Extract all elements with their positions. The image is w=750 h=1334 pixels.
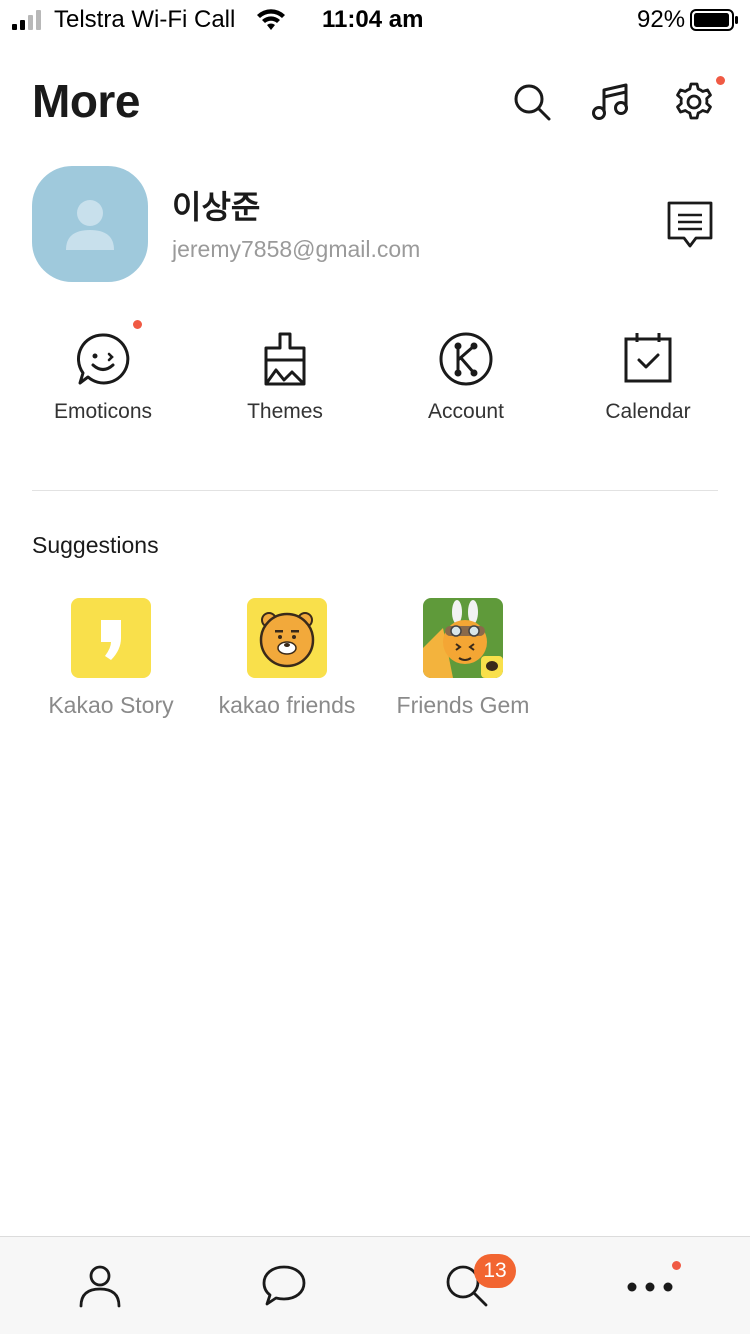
divider — [32, 490, 718, 491]
quick-item-account[interactable]: Account — [375, 330, 557, 440]
quick-item-themes[interactable]: Themes — [194, 330, 376, 440]
signal-icon — [12, 10, 41, 30]
suggestion-label: kakao friends — [218, 692, 356, 718]
profile-email: jeremy7858@gmail.com — [172, 236, 421, 262]
suggestion-kakao-story[interactable]: Kakao Story — [23, 598, 199, 719]
tab-more[interactable] — [626, 1261, 674, 1309]
quick-label-calendar: Calendar — [605, 400, 691, 423]
clock: 11:04 am — [322, 6, 424, 33]
brush-icon — [264, 332, 306, 386]
kakao-friends-icon — [247, 598, 327, 678]
settings-button[interactable] — [672, 80, 716, 124]
emoticons-new-dot — [133, 320, 142, 329]
suggestion-label: Kakao Story — [48, 692, 174, 718]
quick-label-emoticons: Emoticons — [53, 400, 153, 423]
default-profile-icon — [66, 200, 114, 250]
chats-tab-icon — [262, 1265, 306, 1306]
more-tab-icon — [627, 1282, 673, 1292]
friends-tab-icon — [79, 1265, 121, 1308]
quick-label-themes: Themes — [247, 400, 323, 423]
suggestion-label: Friends Gem — [396, 692, 530, 718]
suggestion-kakao-friends[interactable]: kakao friends — [199, 598, 375, 719]
settings-icon — [676, 82, 712, 120]
friends-gem-icon — [423, 598, 503, 678]
kakao-story-icon — [71, 598, 151, 678]
more-screen: Telstra Wi-Fi Call 11:04 am 92% More 이상준… — [0, 0, 750, 1334]
music-icon — [592, 83, 628, 120]
settings-new-dot — [716, 76, 725, 85]
quick-item-calendar[interactable]: Calendar — [557, 330, 739, 440]
calendar-icon — [624, 333, 672, 383]
search-icon — [514, 84, 551, 121]
profile-name[interactable]: 이상준 — [172, 182, 260, 228]
battery-icon — [690, 9, 738, 31]
kakao-account-icon — [439, 332, 493, 386]
tab-chats[interactable] — [260, 1261, 308, 1309]
page-title: More — [32, 75, 140, 127]
tab-bar — [0, 1236, 750, 1334]
suggestion-friends-gem[interactable]: Friends Gem — [375, 598, 551, 719]
quick-item-emoticons[interactable]: Emoticons — [12, 330, 194, 440]
quick-label-account: Account — [428, 400, 504, 423]
more-tab-new-dot — [672, 1261, 681, 1270]
music-button[interactable] — [589, 80, 633, 124]
suggestions-title: Suggestions — [32, 532, 159, 558]
carrier-name: Telstra Wi-Fi Call — [54, 6, 236, 33]
tab-friends[interactable] — [76, 1261, 124, 1309]
emoticon-icon — [76, 333, 130, 385]
wifi-icon — [257, 9, 285, 30]
battery-percent: 92% — [637, 6, 686, 33]
memo-chat-icon[interactable] — [666, 200, 714, 252]
status-bar: Telstra Wi-Fi Call 11:04 am 92% — [0, 0, 750, 40]
search-button[interactable] — [510, 80, 554, 124]
discover-badge: 13 — [474, 1254, 516, 1288]
avatar[interactable] — [32, 166, 148, 282]
